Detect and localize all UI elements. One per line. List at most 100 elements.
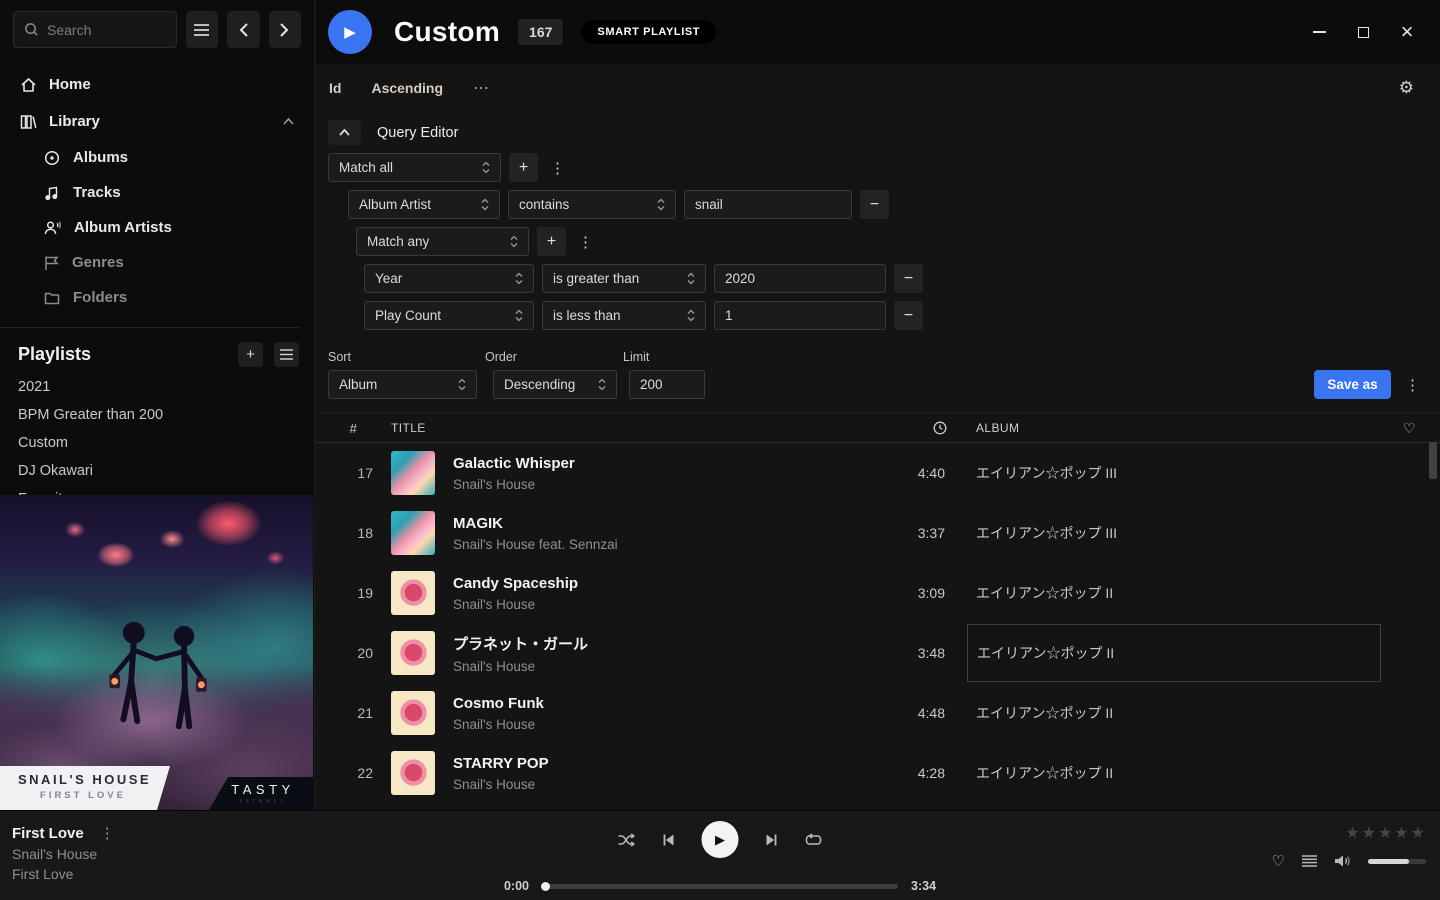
star-icon[interactable]: ★ bbox=[1362, 823, 1377, 843]
track-artist: Snail's House feat. Sennzai bbox=[453, 537, 881, 552]
rule-value-input[interactable] bbox=[714, 301, 886, 330]
rule-group-menu-button[interactable]: ⋮ bbox=[574, 233, 597, 251]
group-match-mode-select[interactable]: Match any bbox=[356, 227, 529, 256]
rule-field-select[interactable]: Album Artist bbox=[348, 190, 500, 219]
remove-rule-button[interactable]: − bbox=[894, 264, 923, 293]
remove-rule-button[interactable]: − bbox=[894, 301, 923, 330]
star-icon[interactable]: ★ bbox=[1411, 823, 1426, 843]
sidebar-item-albums[interactable]: Albums bbox=[24, 140, 314, 175]
rule-group-menu-button[interactable]: ⋮ bbox=[546, 159, 569, 177]
track-artwork bbox=[391, 691, 435, 735]
limit-input[interactable] bbox=[629, 370, 705, 399]
forward-button[interactable] bbox=[269, 11, 301, 48]
star-icon[interactable]: ★ bbox=[1394, 823, 1409, 843]
sidebar-item-album-artists[interactable]: Album Artists bbox=[24, 210, 314, 245]
playlist-item[interactable]: Custom bbox=[0, 429, 314, 457]
sort-field-button[interactable]: Id bbox=[329, 80, 341, 96]
playlist-view-button[interactable] bbox=[274, 342, 299, 367]
select-arrows-icon bbox=[515, 272, 523, 285]
track-album[interactable]: エイリアン☆ポップ II bbox=[967, 564, 1381, 622]
match-mode-select[interactable]: Match all bbox=[328, 153, 501, 182]
track-album[interactable]: エイリアン☆ポップ II bbox=[967, 624, 1381, 682]
track-album[interactable]: エイリアン☆ポップ II bbox=[967, 684, 1381, 742]
rule-operator-select[interactable]: contains bbox=[508, 190, 676, 219]
rule-value-input[interactable] bbox=[714, 264, 886, 293]
track-info: MAGIK Snail's House feat. Sennzai bbox=[453, 515, 881, 552]
album-cover-art[interactable]: SNAIL'S HOUSE FIRST LOVE TASTY 85TNMX1 bbox=[0, 495, 313, 810]
repeat-button[interactable] bbox=[805, 833, 823, 847]
rule-field-select[interactable]: Play Count bbox=[364, 301, 534, 330]
next-button[interactable] bbox=[765, 833, 779, 847]
seek-bar[interactable] bbox=[542, 884, 898, 889]
seek-knob[interactable] bbox=[541, 882, 550, 891]
now-playing-album: First Love bbox=[12, 866, 119, 882]
maximize-button[interactable] bbox=[1348, 17, 1378, 47]
rule-field-select[interactable]: Year bbox=[364, 264, 534, 293]
search-input[interactable] bbox=[47, 22, 157, 38]
minimize-icon bbox=[1313, 31, 1326, 33]
play-playlist-button[interactable]: ▶ bbox=[328, 10, 372, 54]
scrollbar-thumb[interactable] bbox=[1429, 442, 1437, 479]
sidebar-item-tracks[interactable]: Tracks bbox=[24, 175, 314, 210]
sidebar-item-folders[interactable]: Folders bbox=[24, 280, 314, 315]
volume-icon[interactable] bbox=[1334, 854, 1351, 868]
add-rule-button[interactable]: + bbox=[537, 227, 566, 256]
play-pause-button[interactable]: ▶ bbox=[702, 821, 739, 858]
rating-stars[interactable]: ★ ★ ★ ★ ★ bbox=[1345, 823, 1426, 843]
volume-slider[interactable] bbox=[1368, 859, 1426, 864]
star-icon[interactable]: ★ bbox=[1345, 823, 1360, 843]
sort-select[interactable]: Album bbox=[328, 370, 477, 399]
playlist-item[interactable]: DJ Okawari bbox=[0, 457, 314, 485]
table-row[interactable]: 18 MAGIK Snail's House feat. Sennzai 3:3… bbox=[316, 503, 1440, 563]
repeat-icon bbox=[805, 833, 823, 847]
menu-button[interactable] bbox=[186, 11, 218, 48]
remove-rule-button[interactable]: − bbox=[860, 190, 889, 219]
now-playing-menu-button[interactable]: ⋮ bbox=[96, 824, 119, 842]
column-title[interactable]: TITLE bbox=[391, 421, 881, 435]
track-info: Candy Spaceship Snail's House bbox=[453, 575, 881, 612]
column-duration[interactable] bbox=[881, 421, 951, 435]
window-controls: × bbox=[1304, 17, 1428, 47]
more-options-button[interactable]: ⋯ bbox=[473, 78, 491, 98]
table-row[interactable]: 19 Candy Spaceship Snail's House 3:09 エイ… bbox=[316, 563, 1440, 623]
cover-label-sub: 85TNMX1 bbox=[209, 799, 313, 805]
save-menu-button[interactable]: ⋮ bbox=[1401, 376, 1424, 394]
rule-operator-select[interactable]: is greater than bbox=[542, 264, 706, 293]
favorite-button[interactable]: ♡ bbox=[1272, 852, 1285, 870]
sidebar-item-library[interactable]: Library bbox=[0, 103, 314, 140]
collapse-query-editor-button[interactable] bbox=[328, 120, 361, 145]
table-row[interactable]: 20 プラネット・ガール Snail's House 3:48 エイリアン☆ポッ… bbox=[316, 623, 1440, 683]
track-album[interactable]: エイリアン☆ポップ III bbox=[967, 504, 1381, 562]
column-favorite[interactable]: ♡ bbox=[1381, 420, 1440, 437]
rule-operator-select[interactable]: is less than bbox=[542, 301, 706, 330]
add-playlist-button[interactable]: + bbox=[238, 342, 263, 367]
minimize-button[interactable] bbox=[1304, 17, 1334, 47]
table-row[interactable]: 22 STARRY POP Snail's House 4:28 エイリアン☆ポ… bbox=[316, 743, 1440, 799]
search-box[interactable] bbox=[13, 11, 177, 48]
sidebar-item-genres[interactable]: Genres bbox=[24, 245, 314, 280]
order-select[interactable]: Descending bbox=[493, 370, 617, 399]
previous-button[interactable] bbox=[662, 833, 676, 847]
star-icon[interactable]: ★ bbox=[1378, 823, 1393, 843]
queue-button[interactable] bbox=[1302, 855, 1317, 867]
select-arrows-icon bbox=[657, 198, 665, 211]
table-row[interactable]: 17 Galactic Whisper Snail's House 4:40 エ… bbox=[316, 443, 1440, 503]
close-button[interactable]: × bbox=[1392, 17, 1422, 47]
table-row[interactable]: 21 Cosmo Funk Snail's House 4:48 エイリアン☆ポ… bbox=[316, 683, 1440, 743]
save-as-button[interactable]: Save as bbox=[1314, 370, 1391, 399]
sort-order-button[interactable]: Ascending bbox=[371, 80, 443, 96]
add-rule-button[interactable]: + bbox=[509, 153, 538, 182]
rule-value-input[interactable] bbox=[684, 190, 852, 219]
playlist-item[interactable]: 2021 bbox=[0, 373, 314, 401]
column-index[interactable]: # bbox=[316, 421, 391, 436]
select-value: Play Count bbox=[375, 308, 441, 323]
sidebar-item-home[interactable]: Home bbox=[0, 66, 314, 103]
settings-gear-button[interactable]: ⚙ bbox=[1399, 78, 1428, 98]
track-album[interactable]: エイリアン☆ポップ III bbox=[967, 444, 1381, 502]
sidebar-item-label: Albums bbox=[73, 149, 128, 166]
back-button[interactable] bbox=[227, 11, 259, 48]
shuffle-button[interactable] bbox=[618, 833, 636, 847]
column-album[interactable]: ALBUM bbox=[967, 421, 1381, 435]
playlist-item[interactable]: BPM Greater than 200 bbox=[0, 401, 314, 429]
track-album[interactable]: エイリアン☆ポップ II bbox=[967, 744, 1381, 799]
